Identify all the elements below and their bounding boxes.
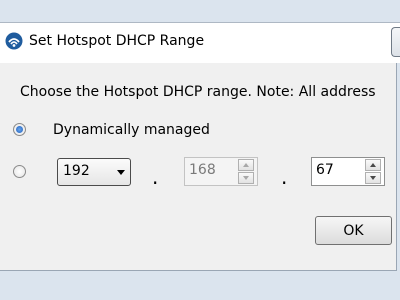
- window-title: Set Hotspot DHCP Range: [29, 33, 205, 49]
- octet3-down-arrow-icon[interactable]: [365, 172, 381, 184]
- instruction-text: Choose the Hotspot DHCP range. Note: All…: [20, 84, 376, 100]
- manual-radio[interactable]: [13, 165, 26, 178]
- dynamic-radio-label: Dynamically managed: [53, 122, 210, 138]
- ok-button[interactable]: OK: [315, 216, 392, 245]
- octet1-select[interactable]: 192: [57, 158, 131, 186]
- octet3-value: 67: [316, 162, 334, 178]
- octet1-value: 192: [63, 163, 90, 179]
- octet2-up-arrow-icon[interactable]: [238, 159, 254, 171]
- octet2-spinner[interactable]: 168: [184, 157, 258, 186]
- octet-separator-1: .: [152, 165, 159, 189]
- octet-separator-2: .: [281, 165, 288, 189]
- octet3-spinner[interactable]: 67: [311, 157, 385, 186]
- octet2-down-arrow-icon[interactable]: [238, 172, 254, 184]
- octet3-up-arrow-icon[interactable]: [365, 159, 381, 171]
- close-button[interactable]: [391, 27, 400, 57]
- chevron-down-icon: [117, 170, 125, 175]
- title-bar: Set Hotspot DHCP Range: [0, 22, 400, 63]
- octet2-value: 168: [189, 162, 216, 178]
- wifi-hotspot-icon: [5, 32, 23, 50]
- dynamic-radio[interactable]: [13, 123, 26, 136]
